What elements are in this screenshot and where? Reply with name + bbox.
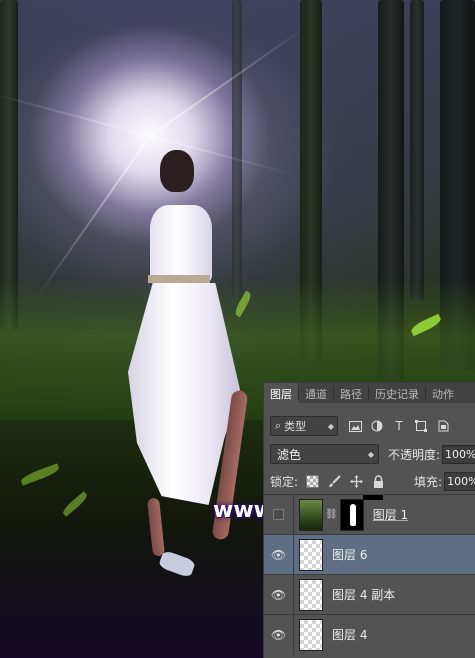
layer-name: 图层 4 副本 (332, 588, 396, 602)
layer-thumbnail (299, 618, 323, 651)
search-icon: ⌕ (275, 419, 282, 432)
layer-row-layer-6[interactable]: 👁 图层 6 (264, 534, 475, 575)
tab-paths[interactable]: 路径 (334, 383, 368, 403)
woman-figure (148, 275, 210, 283)
tab-channels[interactable]: 通道 (299, 383, 333, 403)
filter-icons: T (348, 419, 450, 433)
link-chain-icon[interactable]: ⛓ (325, 509, 338, 520)
layer-row-layer-4-copy[interactable]: 👁 图层 4 副本 (264, 574, 475, 615)
dropdown-arrow-icon: ◆ (367, 449, 374, 459)
lock-transparent-icon[interactable] (306, 475, 320, 488)
opacity-label: 不透明度: (387, 447, 441, 462)
layer-name: 图层 6 (332, 548, 368, 562)
lock-label: 锁定: (270, 475, 299, 489)
type-filter-icon[interactable]: T (392, 419, 406, 433)
image-filter-icon[interactable] (348, 419, 362, 433)
layer-thumbnail (299, 498, 323, 531)
visibility-off-box (273, 509, 284, 520)
visibility-toggle[interactable]: 👁 (264, 574, 294, 615)
blend-mode-value: 滤色 (277, 447, 302, 462)
layer-thumbnail (299, 538, 323, 571)
visibility-toggle[interactable]: 👁 (264, 534, 294, 575)
layer-mask-thumbnail[interactable] (339, 498, 364, 531)
fill-label: 填充: (414, 475, 443, 489)
layer-name: 图层 1 (372, 508, 409, 522)
lock-position-icon[interactable] (350, 475, 364, 488)
layer-row-layer-1[interactable]: ⛓ 图层 1 (264, 494, 475, 535)
lock-brush-icon[interactable] (328, 475, 341, 488)
dropdown-arrow-icon: ◆ (327, 421, 334, 431)
tab-actions[interactable]: 动作 (426, 383, 460, 403)
filter-kind-label: 类型 (284, 420, 307, 433)
filter-kind-select[interactable]: ⌕ 类型 ◆ (270, 416, 338, 436)
mask-figure (349, 503, 356, 526)
shape-filter-icon[interactable] (414, 419, 428, 433)
layer-thumbnail (299, 578, 323, 611)
layer-row-layer-4[interactable]: 👁 图层 4 (264, 614, 475, 655)
tab-history[interactable]: 历史记录 (369, 383, 425, 403)
visibility-toggle[interactable]: 👁 (264, 614, 294, 655)
light-ray (149, 26, 307, 137)
layers-panel: 图层 通道 路径 历史记录 动作 ⌕ 类型 ◆ T 滤色 ◆ 不透明度: 100… (263, 382, 475, 658)
lock-icons (306, 475, 385, 488)
eye-icon: 👁 (270, 627, 287, 642)
eye-icon: 👁 (270, 587, 287, 602)
tab-layers[interactable]: 图层 (264, 383, 298, 403)
light-ray (0, 91, 151, 137)
layer-name: 图层 4 (332, 628, 368, 642)
panel-tab-bar: 图层 通道 路径 历史记录 动作 (264, 383, 475, 403)
visibility-toggle[interactable] (264, 494, 294, 535)
opacity-input[interactable]: 100% (442, 444, 475, 464)
layer-filter-row: ⌕ 类型 ◆ T (270, 416, 450, 436)
eye-icon: 👁 (270, 547, 287, 562)
woman-figure (160, 150, 194, 192)
lock-all-icon[interactable] (372, 475, 385, 488)
blend-row: 滤色 ◆ 不透明度: 100% (270, 444, 475, 464)
lock-row: 锁定: 填充: 100% (270, 472, 475, 491)
tree-trunk (232, 0, 242, 300)
fill-input[interactable]: 100% (444, 472, 475, 491)
blend-mode-select[interactable]: 滤色 ◆ (270, 444, 379, 464)
smart-object-filter-icon[interactable] (436, 419, 450, 433)
light-ray (34, 135, 151, 301)
tree-trunk (410, 0, 424, 300)
woman-figure (150, 205, 212, 283)
adjustment-filter-icon[interactable] (370, 419, 384, 433)
layers-list: ⛓ 图层 1 👁 图层 6 👁 图层 4 副本 👁 图层 4 (264, 494, 475, 655)
